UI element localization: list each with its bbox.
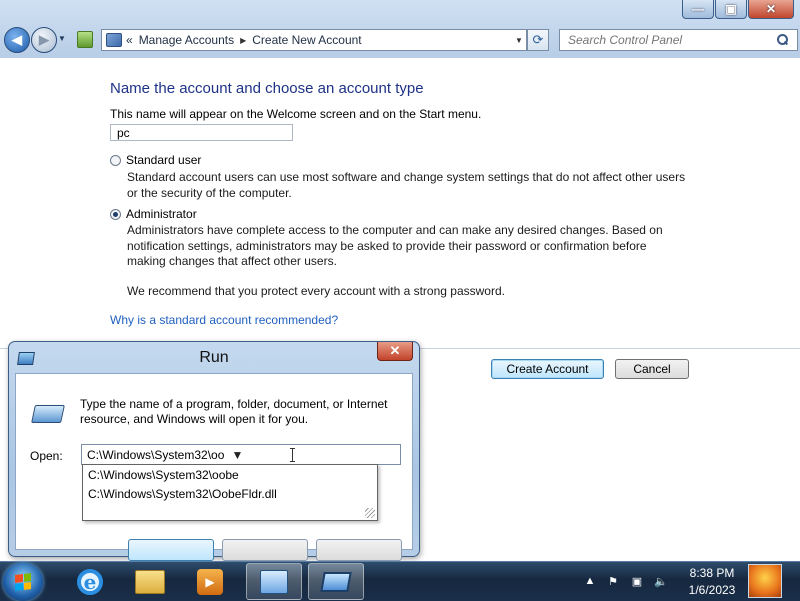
search-icon[interactable] <box>775 33 789 47</box>
window-controls: — ▣ ✕ <box>681 0 794 19</box>
clock[interactable]: 8:38 PM 1/6/2023 <box>680 565 744 599</box>
volume-muted-icon[interactable]: 🔈 <box>654 574 668 588</box>
open-input[interactable]: C:\Windows\System32\oo <box>87 448 224 462</box>
name-hint: This name will appear on the Welcome scr… <box>110 107 482 121</box>
run-program-icon <box>31 405 65 423</box>
control-panel-home-icon[interactable] <box>77 31 93 48</box>
administrator-description: Administrators have complete access to t… <box>127 223 663 268</box>
action-center-flag-icon[interactable]: ⚑ <box>606 574 620 588</box>
breadcrumb-overflow[interactable]: « <box>126 33 133 47</box>
control-panel-icon <box>260 569 288 594</box>
administrator-option[interactable]: Administrator <box>110 207 197 221</box>
run-instructions: Type the name of a program, folder, docu… <box>80 397 388 426</box>
refresh-button[interactable]: ⟳ <box>527 29 549 51</box>
browse-button[interactable] <box>316 539 402 561</box>
standard-account-help-link[interactable]: Why is a standard account recommended? <box>110 313 338 327</box>
text-cursor-icon <box>290 448 295 462</box>
run-dialog-title: Run <box>199 349 229 366</box>
taskbar: e ▶ ▲ ⚑ ▣ 🔈 8:38 PM 1/6/2023 <box>0 561 800 601</box>
forward-button[interactable]: ▶ <box>31 27 57 53</box>
standard-user-description: Standard account users can use most soft… <box>127 170 686 200</box>
back-button[interactable]: ◀ <box>4 27 30 53</box>
minimize-button[interactable]: — <box>682 0 714 19</box>
autocomplete-item[interactable]: C:\Windows\System32\OobeFldr.dll <box>88 487 277 501</box>
close-button[interactable]: ✕ <box>748 0 794 19</box>
standard-user-radio[interactable] <box>110 154 121 166</box>
start-button[interactable] <box>3 563 43 601</box>
control-panel-icon <box>106 33 122 47</box>
taskbar-windows-explorer[interactable] <box>122 563 178 600</box>
open-combobox[interactable]: C:\Windows\System32\oo ▼ <box>81 444 401 465</box>
cancel-button[interactable]: Cancel <box>615 359 689 379</box>
arrow-left-icon: ◀ <box>12 32 22 47</box>
standard-user-option[interactable]: Standard user <box>110 153 201 167</box>
run-dialog-body: Type the name of a program, folder, docu… <box>15 373 413 561</box>
resize-grip-icon[interactable] <box>365 508 375 518</box>
account-name-input[interactable] <box>110 124 293 141</box>
standard-user-label[interactable]: Standard user <box>126 153 201 167</box>
taskbar-run[interactable] <box>308 563 364 600</box>
autocomplete-item[interactable]: C:\Windows\System32\oobe <box>88 468 239 482</box>
taskbar-media-player[interactable]: ▶ <box>182 563 238 600</box>
password-recommendation: We recommend that you protect every acco… <box>127 284 505 298</box>
search-box[interactable] <box>559 29 798 51</box>
run-icon <box>320 571 352 592</box>
page-title: Name the account and choose an account t… <box>110 80 424 97</box>
windows-explorer-icon <box>135 569 165 594</box>
network-icon[interactable]: ▣ <box>630 574 644 588</box>
run-cancel-button[interactable] <box>222 539 308 561</box>
run-close-button[interactable]: ✕ <box>377 342 413 361</box>
autocomplete-list: C:\Windows\System32\oobe C:\Windows\Syst… <box>82 464 378 521</box>
run-dialog: Run ✕ Type the name of a program, folder… <box>8 341 420 561</box>
administrator-radio[interactable] <box>110 208 121 220</box>
breadcrumb-manage-accounts[interactable]: Manage Accounts <box>139 33 234 47</box>
create-account-button[interactable]: Create Account <box>491 359 604 379</box>
show-hidden-icons-icon[interactable]: ▲ <box>583 574 597 588</box>
refresh-icon: ⟳ <box>532 32 544 47</box>
explorer-toolbar: — ▣ ✕ ◀ ▶ ▼ « Manage Accounts ▶ Create N… <box>0 0 800 58</box>
windows-logo-icon <box>15 573 31 591</box>
breadcrumb-separator-icon[interactable]: ▶ <box>240 36 246 45</box>
chevron-down-icon: ▼ <box>58 34 66 43</box>
search-input[interactable] <box>566 32 775 48</box>
media-player-icon: ▶ <box>197 568 223 595</box>
ok-button[interactable] <box>128 539 214 561</box>
recent-pages-button[interactable]: ▼ <box>58 34 66 43</box>
taskbar-control-panel[interactable] <box>246 563 302 600</box>
taskbar-internet-explorer[interactable]: e <box>62 563 118 600</box>
chevron-down-icon[interactable]: ▼ <box>229 448 245 462</box>
breadcrumb-create-new-account[interactable]: Create New Account <box>252 33 361 47</box>
address-dropdown-icon[interactable]: ▼ <box>512 36 526 45</box>
maximize-button[interactable]: ▣ <box>715 0 747 19</box>
clock-date: 1/6/2023 <box>688 583 736 597</box>
address-bar[interactable]: « Manage Accounts ▶ Create New Account ▼ <box>101 29 527 51</box>
arrow-right-icon: ▶ <box>39 32 49 47</box>
open-label: Open: <box>30 449 63 463</box>
administrator-label[interactable]: Administrator <box>126 207 197 221</box>
show-desktop-button[interactable] <box>748 564 782 598</box>
internet-explorer-icon: e <box>77 568 103 595</box>
clock-time: 8:38 PM <box>689 566 735 580</box>
